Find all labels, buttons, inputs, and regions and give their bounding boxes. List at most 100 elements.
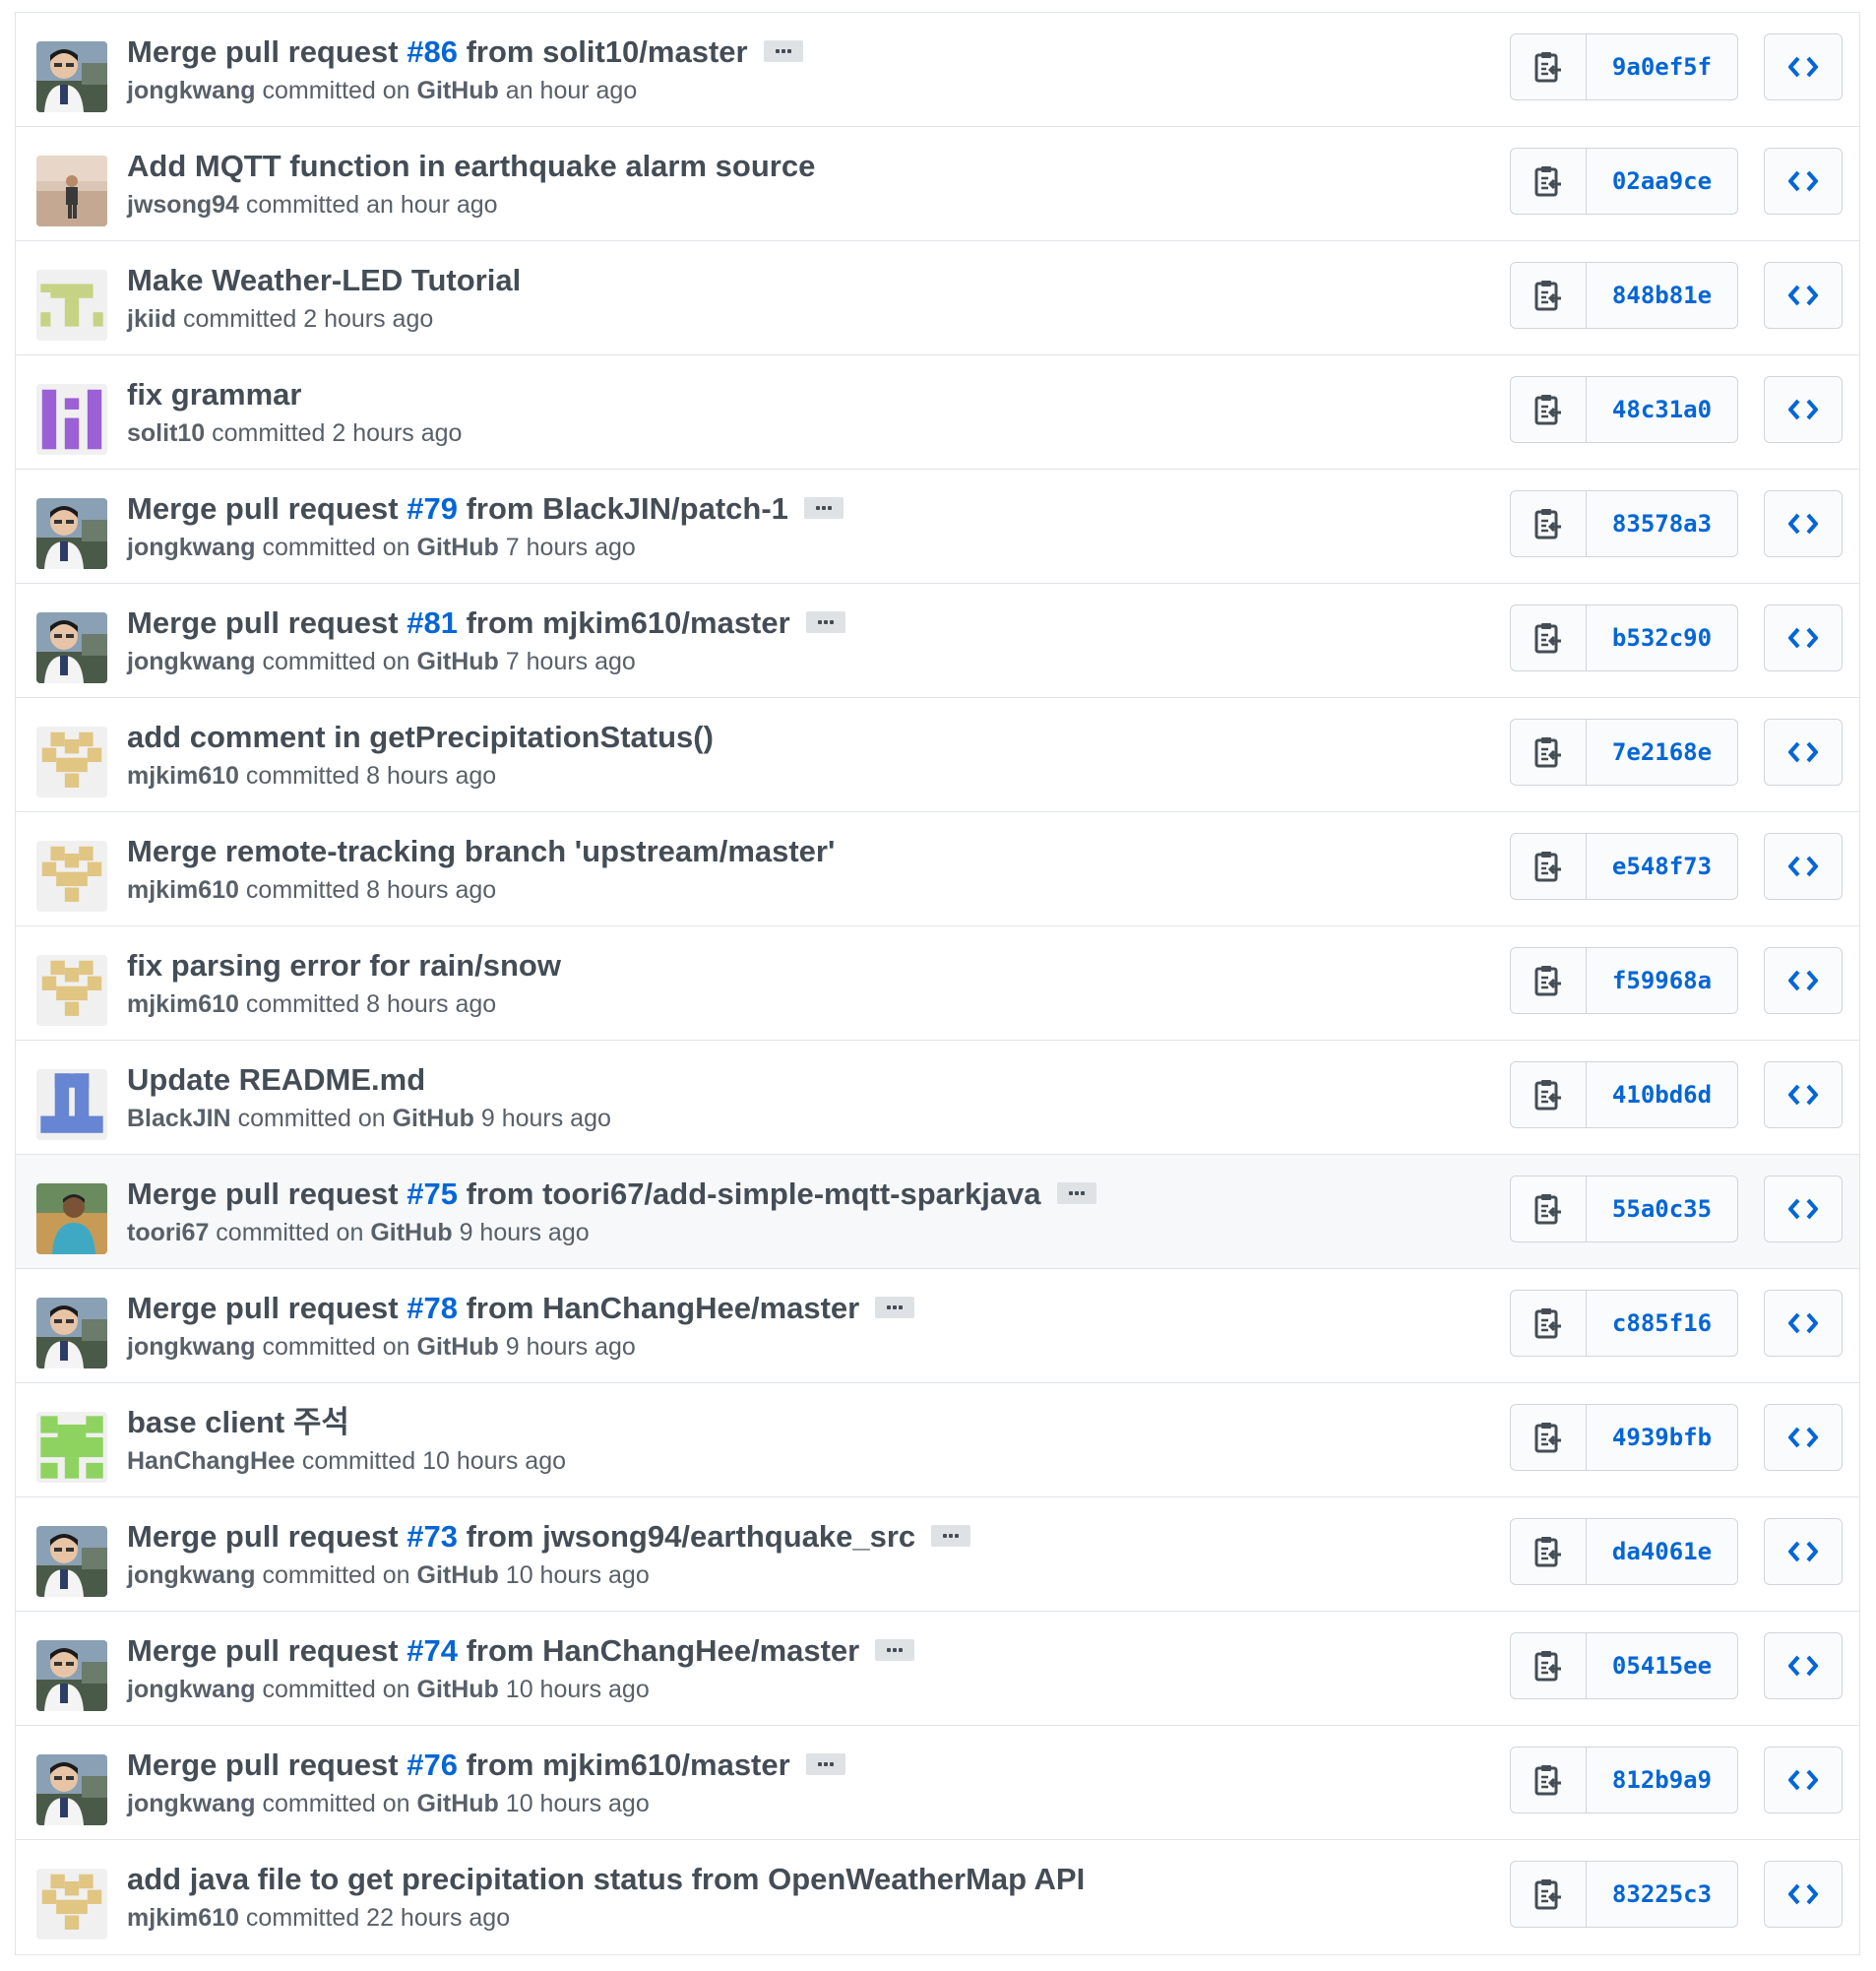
commit-title[interactable]: Merge pull request #75 from toori67/add-…: [127, 1175, 1096, 1214]
browse-files-button[interactable]: [1764, 1632, 1843, 1699]
avatar-BlackJIN[interactable]: [36, 1069, 107, 1140]
commit-sha[interactable]: 812b9a9: [1587, 1748, 1737, 1812]
copy-sha-button[interactable]: [1511, 605, 1587, 670]
avatar-mjkim610[interactable]: [36, 955, 107, 1026]
commit-title-text[interactable]: base client 주석: [127, 1405, 349, 1439]
commit-author[interactable]: jongkwang: [127, 1676, 256, 1703]
browse-files-button[interactable]: [1764, 947, 1843, 1014]
browse-files-button[interactable]: [1764, 604, 1843, 671]
browse-files-button[interactable]: [1764, 1404, 1843, 1471]
commit-title-text[interactable]: from mjkim610/master: [458, 605, 790, 640]
commit-title-text[interactable]: Merge pull request: [127, 1176, 406, 1211]
commit-sha[interactable]: 9a0ef5f: [1587, 34, 1737, 99]
commit-author[interactable]: BlackJIN: [127, 1105, 231, 1132]
ellipsis-icon[interactable]: [875, 1296, 915, 1318]
commit-title-text[interactable]: from BlackJIN/patch-1: [458, 491, 788, 526]
avatar-jongkwang[interactable]: [36, 1640, 107, 1711]
ellipsis-icon[interactable]: [805, 1752, 845, 1775]
commit-title-text[interactable]: from solit10/master: [458, 34, 748, 69]
copy-sha-button[interactable]: [1511, 1519, 1587, 1584]
pull-request-link[interactable]: #81: [406, 605, 458, 640]
avatar-mjkim610[interactable]: [36, 841, 107, 912]
copy-sha-button[interactable]: [1511, 34, 1587, 99]
commit-sha[interactable]: 48c31a0: [1587, 377, 1737, 442]
commit-title[interactable]: Merge pull request #78 from HanChangHee/…: [127, 1289, 915, 1328]
commit-sha[interactable]: c885f16: [1587, 1291, 1737, 1356]
ellipsis-icon[interactable]: [931, 1524, 971, 1547]
browse-files-button[interactable]: [1764, 262, 1843, 329]
browse-files-button[interactable]: [1764, 719, 1843, 786]
commit-title-text[interactable]: fix grammar: [127, 377, 301, 412]
commit-title[interactable]: Merge pull request #81 from mjkim610/mas…: [127, 604, 845, 643]
copy-sha-button[interactable]: [1511, 377, 1587, 442]
ellipsis-icon[interactable]: [875, 1638, 915, 1661]
avatar-jongkwang[interactable]: [36, 1526, 107, 1597]
avatar-mjkim610[interactable]: [36, 727, 107, 797]
commit-sha[interactable]: b532c90: [1587, 605, 1737, 670]
commit-title-text[interactable]: add comment in getPrecipitationStatus(): [127, 720, 714, 754]
browse-files-button[interactable]: [1764, 833, 1843, 900]
commit-title-text[interactable]: Merge pull request: [127, 605, 406, 640]
commit-author[interactable]: jkiid: [127, 305, 176, 333]
commit-title-text[interactable]: Merge pull request: [127, 1748, 406, 1782]
commit-title-text[interactable]: Merge pull request: [127, 1291, 406, 1325]
copy-sha-button[interactable]: [1511, 263, 1587, 328]
commit-sha[interactable]: 848b81e: [1587, 263, 1737, 328]
commit-title[interactable]: Merge pull request #74 from HanChangHee/…: [127, 1631, 915, 1671]
pull-request-link[interactable]: #73: [406, 1519, 458, 1554]
commit-title-text[interactable]: from jwsong94/earthquake_src: [458, 1519, 916, 1554]
avatar-jongkwang[interactable]: [36, 41, 107, 112]
pull-request-link[interactable]: #79: [406, 491, 458, 526]
copy-sha-button[interactable]: [1511, 1862, 1587, 1927]
commit-title-text[interactable]: Make Weather-LED Tutorial: [127, 263, 521, 297]
avatar-jongkwang[interactable]: [36, 612, 107, 683]
copy-sha-button[interactable]: [1511, 1405, 1587, 1470]
avatar-jkiid[interactable]: [36, 270, 107, 341]
commit-author[interactable]: mjkim610: [127, 990, 239, 1018]
commit-author[interactable]: toori67: [127, 1219, 209, 1246]
commit-author[interactable]: mjkim610: [127, 1904, 239, 1932]
commit-sha[interactable]: 83225c3: [1587, 1862, 1737, 1927]
avatar-jwsong94[interactable]: [36, 156, 107, 226]
commit-title[interactable]: Merge pull request #79 from BlackJIN/pat…: [127, 489, 844, 529]
commit-author[interactable]: jongkwang: [127, 77, 256, 104]
copy-sha-button[interactable]: [1511, 1176, 1587, 1241]
commit-title-text[interactable]: fix parsing error for rain/snow: [127, 948, 561, 983]
commit-author[interactable]: solit10: [127, 419, 205, 447]
pull-request-link[interactable]: #75: [406, 1176, 458, 1211]
browse-files-button[interactable]: [1764, 376, 1843, 443]
commit-title[interactable]: add java file to get precipitation statu…: [127, 1860, 1085, 1899]
ellipsis-icon[interactable]: [1056, 1181, 1096, 1204]
copy-sha-button[interactable]: [1511, 491, 1587, 556]
avatar-jongkwang[interactable]: [36, 498, 107, 569]
browse-files-button[interactable]: [1764, 1061, 1843, 1128]
pull-request-link[interactable]: #76: [406, 1748, 458, 1782]
commit-title-text[interactable]: Merge pull request: [127, 1519, 406, 1554]
avatar-toori67[interactable]: [36, 1183, 107, 1254]
commit-title[interactable]: Merge pull request #76 from mjkim610/mas…: [127, 1746, 845, 1785]
copy-sha-button[interactable]: [1511, 1291, 1587, 1356]
commit-title[interactable]: Make Weather-LED Tutorial: [127, 261, 521, 300]
browse-files-button[interactable]: [1764, 1290, 1843, 1357]
commit-title-text[interactable]: from HanChangHee/master: [458, 1633, 860, 1668]
commit-title[interactable]: add comment in getPrecipitationStatus(): [127, 718, 714, 757]
commit-sha[interactable]: 4939bfb: [1587, 1405, 1737, 1470]
commit-title-text[interactable]: Merge pull request: [127, 491, 406, 526]
commit-sha[interactable]: 410bd6d: [1587, 1062, 1737, 1127]
commit-title-text[interactable]: Merge pull request: [127, 34, 406, 69]
commit-sha[interactable]: 83578a3: [1587, 491, 1737, 556]
commit-sha[interactable]: e548f73: [1587, 834, 1737, 899]
browse-files-button[interactable]: [1764, 33, 1843, 100]
copy-sha-button[interactable]: [1511, 948, 1587, 1013]
commit-title[interactable]: fix parsing error for rain/snow: [127, 946, 561, 986]
commit-title[interactable]: Update README.md: [127, 1060, 425, 1100]
copy-sha-button[interactable]: [1511, 834, 1587, 899]
commit-sha[interactable]: 7e2168e: [1587, 720, 1737, 785]
browse-files-button[interactable]: [1764, 148, 1843, 215]
copy-sha-button[interactable]: [1511, 1748, 1587, 1812]
commit-author[interactable]: jongkwang: [127, 1790, 256, 1817]
commit-title[interactable]: Add MQTT function in earthquake alarm so…: [127, 147, 815, 186]
avatar-jongkwang[interactable]: [36, 1754, 107, 1825]
commit-title[interactable]: base client 주석: [127, 1403, 349, 1442]
browse-files-button[interactable]: [1764, 1747, 1843, 1813]
